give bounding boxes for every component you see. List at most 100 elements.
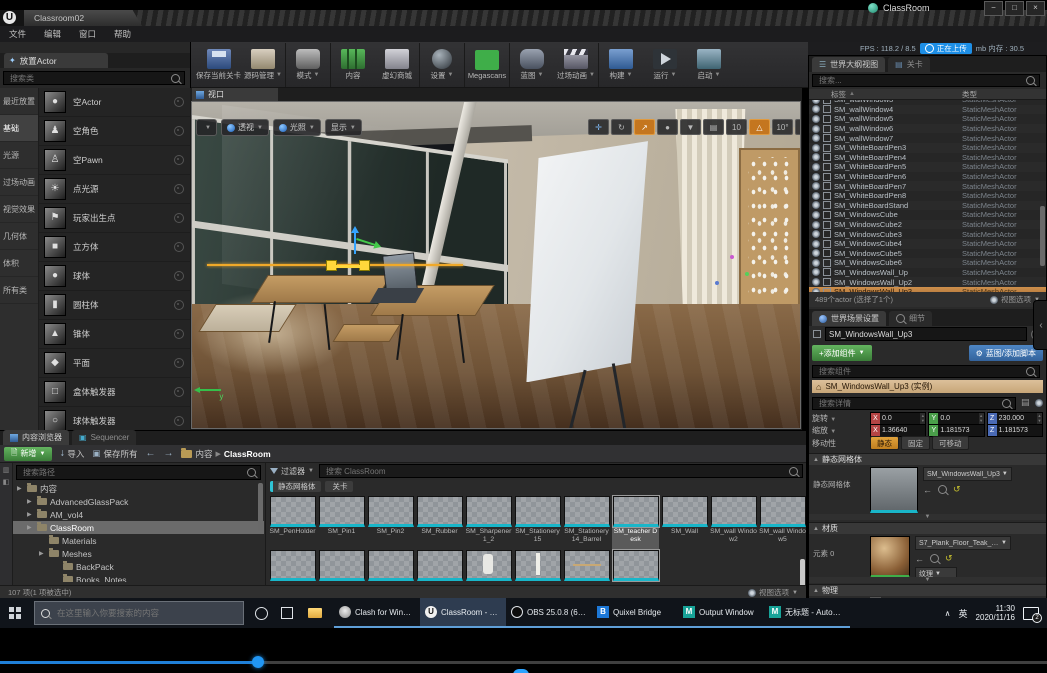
place-actor-item[interactable]: ▲ 锥体 xyxy=(39,320,190,349)
asset-tile[interactable]: SM_Stationery15 xyxy=(514,496,561,550)
filters-button[interactable]: 过滤器▼ xyxy=(270,466,314,477)
visibility-eye-icon[interactable] xyxy=(812,249,820,257)
place-actor-item[interactable]: ⚑ 玩家出生点 xyxy=(39,204,190,233)
task-view-button[interactable] xyxy=(274,598,300,628)
drag-grip-icon[interactable] xyxy=(174,387,184,397)
breadcrumb-root[interactable]: 内容 xyxy=(195,448,212,460)
grid-snap-value[interactable]: 10 xyxy=(726,119,747,135)
drag-grip-icon[interactable] xyxy=(174,358,184,368)
asset-tile[interactable] xyxy=(612,550,659,581)
surface-snap-icon[interactable]: ▼ xyxy=(680,119,701,135)
assets-search-input[interactable] xyxy=(324,466,789,477)
place-actors-tab[interactable]: ✦ 放置Actor xyxy=(4,53,108,68)
taskbar-app-button[interactable]: M 无标题 - Autodes... xyxy=(764,598,850,628)
outliner-scrollbar[interactable] xyxy=(1040,206,1045,266)
physics-section-header[interactable]: ▲物理 xyxy=(809,584,1046,596)
use-selected-icon[interactable]: ← xyxy=(923,485,932,495)
drag-grip-icon[interactable] xyxy=(174,213,184,223)
add-component-button[interactable]: +添加组件▼ xyxy=(812,345,872,361)
outliner-row[interactable]: SM_WindowsWall_Up StaticMeshActor xyxy=(809,268,1046,278)
scale-x-field[interactable]: 1.36640 xyxy=(880,425,925,436)
toolbar-button[interactable]: Megascans▼ xyxy=(464,43,509,87)
outliner-row[interactable]: SM_WhiteBoardPen5 StaticMeshActor xyxy=(809,162,1046,172)
place-actor-item[interactable]: ♙ 空Pawn xyxy=(39,146,190,175)
browse-icon[interactable] xyxy=(930,554,939,563)
outliner-row[interactable]: SM_WindowsCube4 StaticMeshActor xyxy=(809,239,1046,249)
tree-arrow-icon[interactable]: ▶ xyxy=(27,498,34,505)
outliner-row[interactable]: SM_WindowsCube StaticMeshActor xyxy=(809,210,1046,220)
menu-item[interactable]: 帮助 xyxy=(105,28,140,40)
taskbar-clock[interactable]: 11:302020/11/16 xyxy=(976,604,1015,622)
paths-search-input[interactable] xyxy=(21,467,247,478)
import-button[interactable]: ⭣ 导入 xyxy=(60,448,84,460)
taskbar-app-button[interactable]: M Output Window xyxy=(678,598,764,628)
visibility-eye-icon[interactable] xyxy=(812,230,820,238)
scale-tool-icon[interactable]: ↗ xyxy=(634,119,655,135)
asset-tile[interactable] xyxy=(416,550,463,581)
place-actor-item[interactable]: □ 盒体触发器 xyxy=(39,378,190,407)
tab-world-outliner[interactable]: ☰ 世界大纲视图 xyxy=(812,57,885,72)
visibility-eye-icon[interactable] xyxy=(812,259,820,267)
toolbar-button[interactable]: 运行▼ xyxy=(643,43,687,87)
drag-grip-icon[interactable] xyxy=(174,126,184,136)
visibility-eye-icon[interactable] xyxy=(812,100,820,104)
tab-content-browser[interactable]: 内容浏览器 xyxy=(3,430,69,445)
asset-tile[interactable]: SM_wall Window5 xyxy=(759,496,806,550)
viewport-view-button[interactable]: 透视▼ xyxy=(221,119,269,136)
filter-chip[interactable]: 静态网格体 xyxy=(270,481,321,492)
place-actors-category[interactable]: 所有类 xyxy=(0,277,38,304)
browse-icon[interactable] xyxy=(938,485,947,494)
outliner-row[interactable]: SM_wallWindow4 StaticMeshActor xyxy=(809,105,1046,115)
minimize-button[interactable]: − xyxy=(984,1,1003,16)
outliner-row[interactable]: SM_WhiteBoardPen7 StaticMeshActor xyxy=(809,181,1046,191)
toolbar-button[interactable]: 模式▼ xyxy=(285,43,330,87)
place-actors-category[interactable]: 过场动画 xyxy=(0,169,38,196)
tab-details[interactable]: 细节 xyxy=(889,311,932,326)
visibility-eye-icon[interactable] xyxy=(812,144,820,152)
drag-grip-icon[interactable] xyxy=(174,184,184,194)
sources-toggle-icon[interactable]: ▥ xyxy=(3,466,10,474)
start-button[interactable] xyxy=(0,598,30,628)
place-actor-item[interactable]: ● 空Actor xyxy=(39,88,190,117)
asset-tile[interactable]: SM_Pin2 xyxy=(367,496,414,550)
place-actor-item[interactable]: ☀ 点光源 xyxy=(39,175,190,204)
visibility-eye-icon[interactable] xyxy=(812,211,820,219)
rotation-x-field[interactable]: 0.0 xyxy=(880,413,920,424)
viewport-scene[interactable]: y ▼ 透视▼ 光照▼ xyxy=(191,101,801,429)
asset-tile[interactable]: SM_Wall xyxy=(661,496,708,550)
taskbar-search-input[interactable] xyxy=(55,607,237,619)
components-search-input[interactable] xyxy=(817,366,1026,377)
actor-name-field[interactable] xyxy=(825,327,1027,341)
place-actor-item[interactable]: ● 球体 xyxy=(39,262,190,291)
lock-toggle-icon[interactable]: ◧ xyxy=(3,478,10,486)
file-explorer-button[interactable] xyxy=(300,598,330,628)
visibility-eye-icon[interactable] xyxy=(812,221,820,229)
column-type[interactable]: 类型 xyxy=(962,89,1046,100)
drag-grip-icon[interactable] xyxy=(174,300,184,310)
outliner-row[interactable]: SM_WhiteBoardPen4 StaticMeshActor xyxy=(809,153,1046,163)
static-mesh-dropdown[interactable]: SM_WindowsWall_Up3▼ xyxy=(923,467,1012,481)
filter-chip[interactable]: 关卡 xyxy=(325,481,353,492)
grid-snap-icon[interactable]: ▤ xyxy=(703,119,724,135)
scale-y-field[interactable]: 1.181573 xyxy=(938,425,983,436)
folder-tree-row[interactable]: ▶ ClassRoom xyxy=(13,521,264,534)
visibility-eye-icon[interactable] xyxy=(812,201,820,209)
place-actors-category[interactable]: 最近放置 xyxy=(0,88,38,115)
rotation-y-field[interactable]: 0.0 xyxy=(938,413,978,424)
taskbar-app-button[interactable]: U ClassRoom - 虚幻... xyxy=(420,598,506,628)
world-local-icon[interactable]: ● xyxy=(657,119,678,135)
drag-grip-icon[interactable] xyxy=(174,242,184,252)
asset-tile[interactable]: SM_Rubber xyxy=(416,496,463,550)
breadcrumb-current[interactable]: ClassRoom xyxy=(224,449,271,459)
reset-icon[interactable]: ↺ xyxy=(953,484,961,495)
asset-tile[interactable]: SM_teacher Desk xyxy=(612,496,659,550)
scale-snap-icon[interactable]: ↗ xyxy=(795,119,801,135)
place-actor-item[interactable]: ◆ 平面 xyxy=(39,349,190,378)
folder-tree-row[interactable]: ▶ 内容 xyxy=(13,482,264,495)
place-actor-item[interactable]: ○ 球体触发器 xyxy=(39,407,190,430)
static-mesh-section-header[interactable]: ▲静态网格体 xyxy=(809,453,1046,465)
panel-collapse-tab[interactable]: ‹ xyxy=(1033,300,1047,350)
blueprint-add-script-button[interactable]: ⚙ 蓝图/添加脚本 xyxy=(969,345,1043,361)
place-actor-item[interactable]: ▮ 圆柱体 xyxy=(39,291,190,320)
material-thumbnail[interactable] xyxy=(870,536,910,578)
